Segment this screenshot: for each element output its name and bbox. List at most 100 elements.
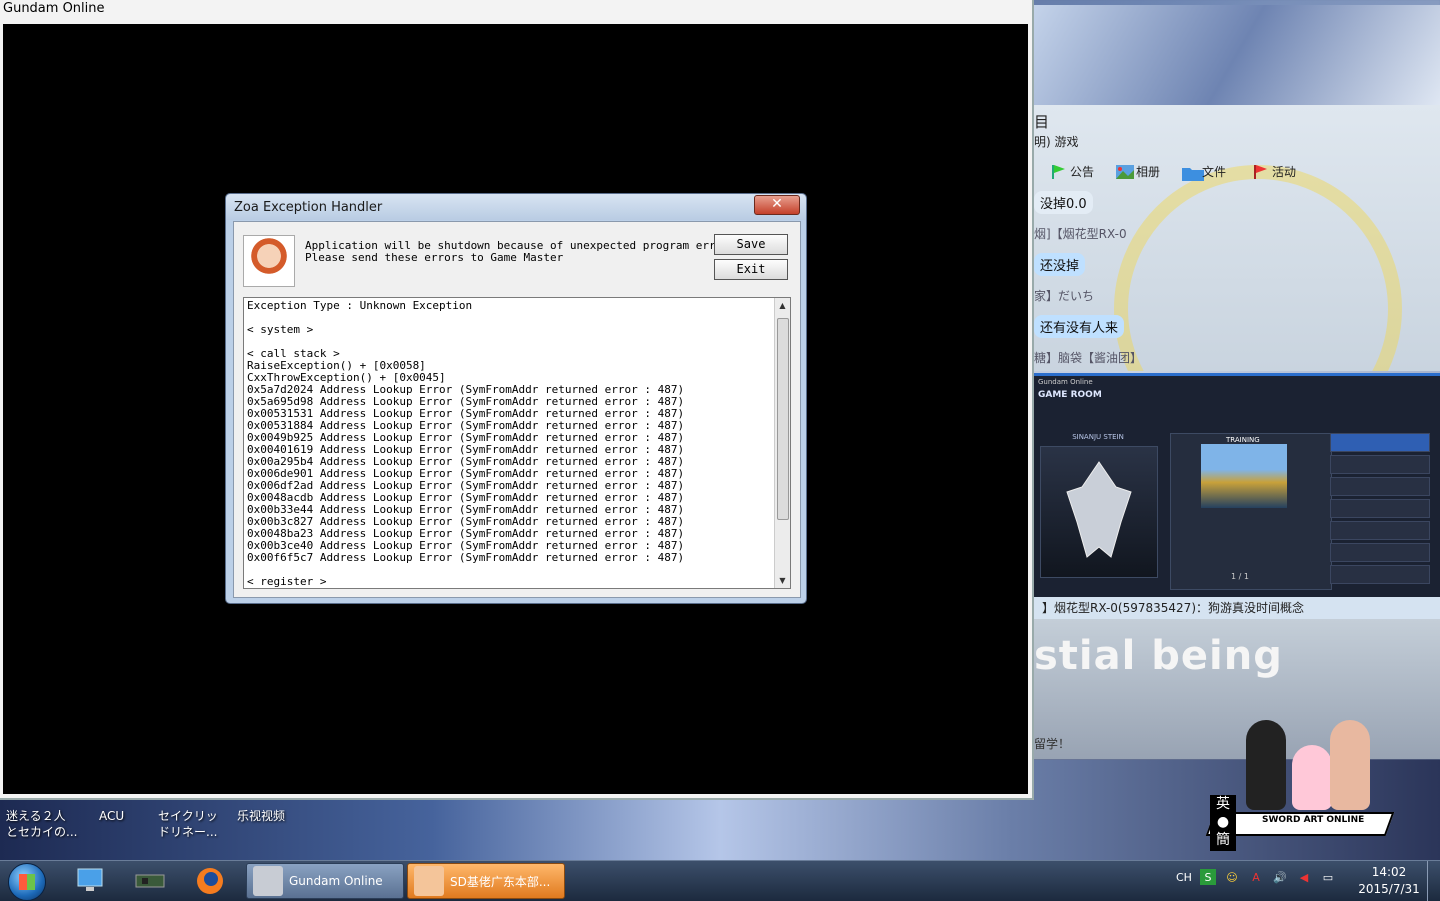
clock[interactable]: 14:02 2015/7/31 bbox=[1352, 864, 1426, 898]
ime-lang[interactable]: 英 bbox=[1210, 795, 1236, 813]
chat-message: 还有没有人来 bbox=[1034, 315, 1125, 338]
error-log-textarea[interactable]: Exception Type : Unknown Exception < sys… bbox=[243, 297, 791, 589]
flag-icon bbox=[1050, 164, 1066, 179]
dialog-titlebar[interactable]: Zoa Exception Handler ✕ bbox=[226, 194, 806, 220]
flag-red-icon bbox=[1252, 164, 1268, 179]
scrollbar-thumb[interactable] bbox=[777, 318, 789, 520]
desktop-icon-letv[interactable]: 乐视视频 bbox=[237, 808, 285, 824]
start-button[interactable] bbox=[8, 863, 46, 901]
system-tray: CH S ☺ A 🔊 ◀ ▭ bbox=[1176, 869, 1336, 885]
chibi-character-icon bbox=[1330, 720, 1370, 810]
mode-list bbox=[1330, 433, 1430, 584]
pinned-app[interactable] bbox=[128, 865, 172, 897]
task-sd-chat[interactable]: SD基佬广东本部... bbox=[407, 863, 565, 899]
toolbar-album[interactable]: 相册 bbox=[1116, 163, 1160, 180]
language-indicator[interactable]: CH bbox=[1176, 871, 1192, 884]
chat-background-emblem bbox=[1114, 165, 1402, 371]
chat-status-line: 】烟花型RX-0(597835427)：狗游真没时间概念 bbox=[1034, 597, 1440, 619]
smiley-icon[interactable]: ☺ bbox=[1224, 869, 1240, 885]
mecha-name: SINANJU STEIN bbox=[1072, 433, 1124, 441]
computer-icon bbox=[77, 868, 103, 891]
exit-button[interactable]: Exit bbox=[714, 259, 788, 280]
task-label: Gundam Online bbox=[289, 874, 383, 888]
chat-message: 没掉0.0 bbox=[1034, 191, 1093, 214]
ime-user-icon: ● bbox=[1216, 814, 1230, 830]
photo-icon bbox=[1116, 164, 1134, 179]
toolbar-label: 文件 bbox=[1202, 165, 1227, 179]
desktop-icon-sacred[interactable]: セイクリッ ドリネー... bbox=[158, 808, 218, 840]
toolbar-label: 相册 bbox=[1136, 165, 1161, 179]
chat-note: 留学！ bbox=[1034, 737, 1071, 751]
dialog-body: Application will be shutdown because of … bbox=[233, 221, 801, 598]
sao-logo-text: SWORD ART ONLINE bbox=[1262, 815, 1365, 825]
chibi-character-icon bbox=[1246, 720, 1286, 810]
list-item bbox=[1330, 521, 1430, 540]
desktop-icon-acu[interactable]: ACU bbox=[99, 808, 124, 824]
shared-game-screenshot: Gundam Online GAME ROOM SINANJU STEIN TR… bbox=[1034, 373, 1440, 600]
network-icon[interactable]: ▭ bbox=[1320, 869, 1336, 885]
circuit-board-icon bbox=[135, 874, 165, 888]
speaker-icon[interactable]: 🔊 bbox=[1272, 869, 1288, 885]
pinned-firefox[interactable] bbox=[188, 865, 232, 897]
list-item bbox=[1330, 455, 1430, 474]
screenshot-window-title: Gundam Online bbox=[1038, 378, 1093, 386]
windows-logo-icon bbox=[19, 874, 35, 890]
banner-text: stial being bbox=[1034, 633, 1283, 679]
list-item bbox=[1330, 499, 1430, 518]
scroll-down-icon[interactable]: ▼ bbox=[775, 573, 790, 588]
toolbar-announcement[interactable]: 公告 bbox=[1050, 163, 1094, 180]
list-item bbox=[1330, 433, 1430, 452]
training-image bbox=[1201, 444, 1287, 508]
group-chat-panel: 目 明) 游戏 公告 相册 文件 活动 没掉0.0 烟]【烟花型RX-0 还没掉… bbox=[1034, 105, 1440, 371]
chat-header-banner bbox=[1034, 5, 1440, 105]
chibi-character-icon bbox=[1292, 745, 1332, 810]
mecha-preview bbox=[1040, 446, 1158, 578]
toolbar-label: 公告 bbox=[1070, 165, 1095, 179]
list-item bbox=[1330, 477, 1430, 496]
error-message: Application will be shutdown because of … bbox=[305, 239, 735, 264]
chat-title-fragment: 目 bbox=[1034, 113, 1050, 131]
taskbar: Gundam Online SD基佬广东本部... CH S ☺ A 🔊 ◀ ▭… bbox=[0, 860, 1440, 901]
exception-dialog: Zoa Exception Handler ✕ Application will… bbox=[225, 193, 807, 604]
avatar bbox=[243, 235, 295, 287]
clock-date: 2015/7/31 bbox=[1358, 882, 1420, 896]
firefox-icon bbox=[197, 868, 223, 894]
mecha-icon bbox=[1066, 461, 1132, 558]
scroll-up-icon[interactable]: ▲ bbox=[775, 298, 790, 313]
training-preview: TRAINING 1 / 1 bbox=[1170, 433, 1332, 590]
list-item bbox=[1330, 543, 1430, 562]
clock-time: 14:02 bbox=[1371, 865, 1407, 879]
save-button[interactable]: Save bbox=[714, 234, 788, 255]
folder-icon bbox=[1182, 165, 1204, 181]
dialog-title: Zoa Exception Handler bbox=[234, 200, 383, 215]
show-desktop-button[interactable] bbox=[1427, 861, 1440, 901]
chat-subtitle: 明) 游戏 bbox=[1034, 135, 1079, 149]
chat-avatar-icon bbox=[414, 866, 444, 896]
gundam-icon bbox=[253, 866, 283, 896]
game-window-title: Gundam Online bbox=[3, 1, 105, 16]
ime-toolbar[interactable]: 英 ● 簡 bbox=[1210, 795, 1236, 851]
log-scrollbar[interactable]: ▲ ▼ bbox=[774, 298, 790, 588]
screenshot-header: GAME ROOM bbox=[1038, 390, 1102, 400]
desktop-icon-game[interactable]: 迷える２人 とセカイの... bbox=[6, 808, 77, 840]
volume-mute-icon[interactable]: ◀ bbox=[1296, 869, 1312, 885]
list-item bbox=[1330, 565, 1430, 584]
adobe-icon[interactable]: A bbox=[1248, 869, 1264, 885]
chat-message: 还没掉 bbox=[1034, 253, 1086, 276]
chat-sender: 家】だいち bbox=[1034, 289, 1095, 303]
toolbar-files[interactable]: 文件 bbox=[1182, 163, 1227, 181]
task-gundam-online[interactable]: Gundam Online bbox=[246, 863, 404, 899]
security-icon[interactable]: S bbox=[1199, 869, 1216, 885]
chat-input-area[interactable]: stial being 留学！ bbox=[1034, 619, 1440, 759]
chat-sender: 糖】脑袋【酱油团】 bbox=[1034, 351, 1143, 365]
training-label: TRAINING bbox=[1226, 436, 1260, 444]
chat-sender: 烟]【烟花型RX-0 bbox=[1034, 227, 1127, 241]
ime-script[interactable]: 簡 bbox=[1210, 831, 1236, 849]
error-log-text: Exception Type : Unknown Exception < sys… bbox=[247, 299, 685, 588]
toolbar-events[interactable]: 活动 bbox=[1252, 163, 1296, 180]
page-indicator: 1 / 1 bbox=[1231, 572, 1249, 581]
close-button[interactable]: ✕ bbox=[754, 195, 800, 215]
pinned-network[interactable] bbox=[68, 865, 112, 897]
toolbar-label: 活动 bbox=[1272, 165, 1297, 179]
close-icon: ✕ bbox=[771, 196, 783, 212]
